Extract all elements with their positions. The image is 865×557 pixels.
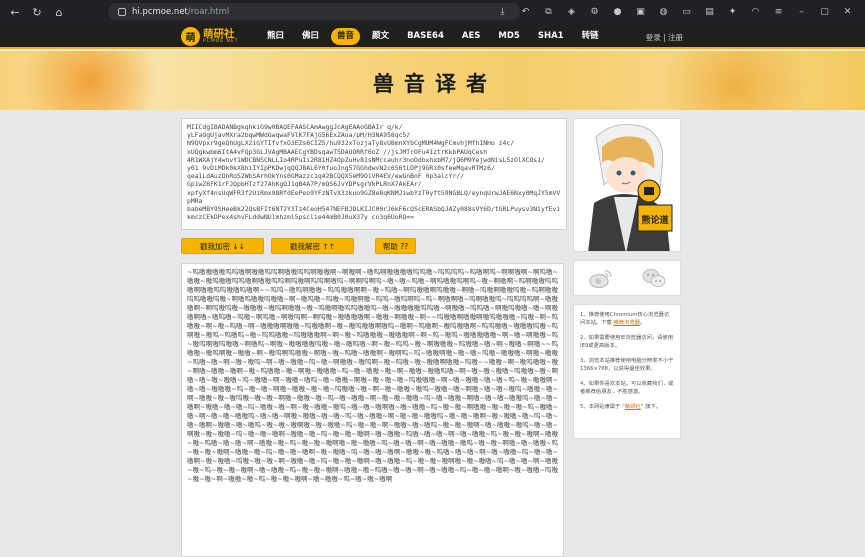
wifi-icon[interactable]: ◠ <box>744 3 767 20</box>
site-notes: 1、推荐使用Chromium核心浏览器访问本站。下载 推荐浏览器。 2、如果需要… <box>573 304 681 439</box>
nav-item-sha1[interactable]: SHA1 <box>532 28 570 45</box>
badge-label: 熊论道 <box>641 214 668 226</box>
address-bar[interactable]: hi.pcmoe.net/roar.html <box>108 3 520 20</box>
register-link[interactable]: 注册 <box>668 33 683 42</box>
recommended-browser-link[interactable]: 推荐浏览器 <box>613 320 640 326</box>
nav-item-shouyin[interactable]: 兽音 <box>331 28 361 45</box>
site-logo[interactable]: 萌 萌研社 PCMOE.NET <box>181 27 239 46</box>
nav-menu: 熊曰 佛曰 兽音 颜文 BASE64 AES MD5 SHA1 转链 <box>261 28 611 45</box>
wechat-icon[interactable] <box>641 267 667 289</box>
ext-dark-icon[interactable]: ● <box>606 3 629 20</box>
nav-item-md5[interactable]: MD5 <box>492 28 525 45</box>
note-item: 4、如果你喜欢本站，可以收藏我们，或者推荐给朋友，不胜感激。 <box>580 381 674 395</box>
shield-icon[interactable]: ◈ <box>560 3 583 20</box>
ext-image-icon[interactable]: ▣ <box>629 3 652 20</box>
output-textarea[interactable]: ~呜嗷嗷嗷嗷呜呜嗷啊嗷嗷呜呜啊嗷嗷呜呜啊嗷嗷啊~啊嗷啊~嗷呜啊嗷嗷嗷嗷呜呜嗷~呜… <box>181 263 564 557</box>
pcmoe-link[interactable]: 萌研社 <box>625 404 641 410</box>
download-icon[interactable]: ⤓ <box>491 3 514 20</box>
weibo-icon[interactable] <box>588 267 614 289</box>
sidebar-illustration: 熊论道 <box>573 118 681 252</box>
browser-toolbar: ← ↻ ⌂ hi.pcmoe.net/roar.html ⤓ ↶ ⧉ ◈ ⚙ ●… <box>0 0 865 24</box>
banner-decoration <box>635 51 835 110</box>
nav-item-yanwen[interactable]: 颜文 <box>366 28 395 45</box>
note-item: 1、推荐使用Chromium核心浏览器访问本站。下载 推荐浏览器。 <box>580 312 670 326</box>
nav-item-base64[interactable]: BASE64 <box>401 28 450 45</box>
undo-icon[interactable]: ↶ <box>514 3 537 20</box>
nav-item-foyue[interactable]: 佛曰 <box>296 28 325 45</box>
settings-icon[interactable]: ⚙ <box>583 3 606 20</box>
site-info-icon[interactable] <box>118 7 126 16</box>
auth-separator: | <box>660 33 668 42</box>
site-navbar: 萌 萌研社 PCMOE.NET 熊曰 佛曰 兽音 颜文 BASE64 AES M… <box>0 24 865 49</box>
menu-icon[interactable]: ≡ <box>767 3 790 20</box>
extensions-icon[interactable]: ⧉ <box>537 3 560 20</box>
minimize-icon[interactable]: – <box>790 3 813 20</box>
note-item: 5、本网站隶属于 “萌研社” 旗下。 <box>580 404 662 410</box>
note-item: 3、浏览本站推荐使用电脑分辨率不小于1366×768，以获得最佳效果。 <box>580 358 674 372</box>
social-share <box>573 260 681 296</box>
logo-icon: 萌 <box>181 27 200 46</box>
home-icon[interactable]: ⌂ <box>52 5 66 19</box>
logo-title: 萌研社 <box>203 28 235 40</box>
ext-box-icon[interactable]: ▤ <box>698 3 721 20</box>
fox-icon[interactable]: ✦ <box>721 3 744 20</box>
close-icon[interactable]: ✕ <box>836 3 859 20</box>
page-banner: 兽音译者 <box>0 51 865 110</box>
help-button[interactable]: 帮助 ?? <box>375 238 416 254</box>
nav-item-zhuanlian[interactable]: 转链 <box>576 28 605 45</box>
url-text: hi.pcmoe.net/roar.html <box>132 6 230 17</box>
page-title: 兽音译者 <box>373 71 497 96</box>
reload-icon[interactable]: ↻ <box>30 5 44 19</box>
ext-globe-icon[interactable]: ◍ <box>652 3 675 20</box>
nav-item-xiongyue[interactable]: 熊曰 <box>261 28 290 45</box>
input-textarea[interactable]: MIICdgIBADANBgkqhkiG9w0BAQEFAASCAmAwggJc… <box>181 118 567 230</box>
encode-button[interactable]: 戳我加密 ↓↓ <box>181 238 264 254</box>
decode-button[interactable]: 戳我解密 ↑↑ <box>271 238 354 254</box>
nav-item-aes[interactable]: AES <box>456 28 487 45</box>
banner-decoration <box>0 51 180 110</box>
note-item: 2、如果需要使用IE浏览器访问，请使用IE9或更高版本。 <box>580 335 674 349</box>
ext-screen-icon[interactable]: ▭ <box>675 3 698 20</box>
back-icon[interactable]: ← <box>8 5 22 19</box>
auth-links: 登录 | 注册 <box>646 32 683 43</box>
maximize-icon[interactable]: ▢ <box>813 3 836 20</box>
anime-character-image: 熊论道 <box>574 119 680 251</box>
login-link[interactable]: 登录 <box>646 33 661 42</box>
logo-subtitle: PCMOE.NET <box>203 39 239 44</box>
